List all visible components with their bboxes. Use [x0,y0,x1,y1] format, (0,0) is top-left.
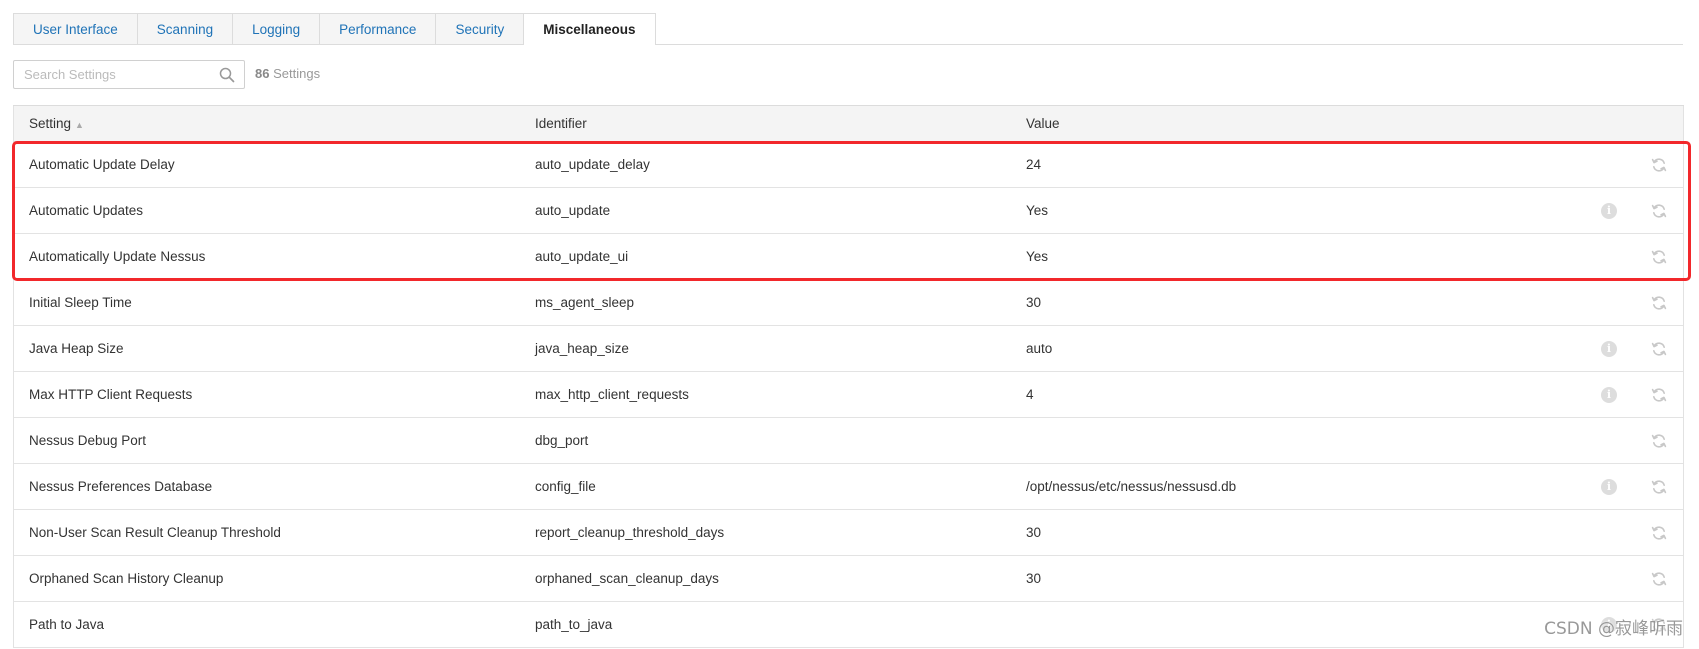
watermark: CSDN @寂峰听雨 [1544,619,1683,639]
table-row[interactable]: Automatic Update Delay auto_update_delay 2… [13,142,1684,188]
info-icon[interactable]: i [1601,387,1617,403]
settings-count-label: Settings [273,66,321,81]
info-icon[interactable]: i [1601,203,1617,219]
setting-value[interactable]: 4 [1026,372,1034,417]
setting-identifier: java_heap_size [535,341,629,356]
refresh-icon[interactable] [1651,249,1667,265]
refresh-icon[interactable] [1651,433,1667,449]
refresh-icon[interactable] [1651,387,1667,403]
table-row[interactable]: Java Heap Size java_heap_size auto i [13,326,1684,372]
sort-ascending-icon: ▲ [75,120,84,130]
tab-miscellaneous[interactable]: Miscellaneous [523,13,656,45]
refresh-icon[interactable] [1651,203,1667,219]
setting-name: Automatic Update Delay [29,157,175,172]
tab-security[interactable]: Security [435,13,525,44]
setting-value[interactable]: Yes [1026,188,1048,233]
table-header: Setting ▲ Identifier Value [13,106,1684,142]
table-row[interactable]: Orphaned Scan History Cleanup orphaned_sc… [13,556,1684,602]
refresh-icon[interactable] [1651,525,1667,541]
settings-tabs: User Interface Scanning Logging Performance… [13,13,1683,45]
table-row[interactable]: Max HTTP Client Requests max_http_client_… [13,372,1684,418]
setting-name: Nessus Preferences Database [29,479,213,494]
table-row[interactable]: Automatic Updates auto_update Yes i [13,188,1684,234]
header-identifier[interactable]: Identifier [535,106,587,141]
table-row[interactable]: Automatically Update Nessus auto_update_u… [13,234,1684,280]
info-icon[interactable]: i [1601,341,1617,357]
header-setting-label: Setting [29,116,72,131]
setting-name: Nessus Debug Port [29,433,147,448]
tab-user-interface[interactable]: User Interface [13,13,138,44]
setting-value[interactable]: 24 [1026,142,1041,187]
settings-count: 86 Settings [255,66,320,81]
setting-name: Java Heap Size [29,341,124,356]
setting-value[interactable]: 30 [1026,280,1041,325]
table-row[interactable]: Nessus Debug Port dbg_port [13,418,1684,464]
setting-name: Automatic Updates [29,203,144,218]
settings-table: Setting ▲ Identifier Value Automatic Upda… [13,105,1684,648]
header-value[interactable]: Value [1026,106,1060,141]
setting-identifier: report_cleanup_threshold_days [535,525,725,540]
table-row[interactable]: Nessus Preferences Database config_file/o… [13,464,1684,510]
tab-performance[interactable]: Performance [319,13,437,44]
info-icon[interactable]: i [1601,479,1617,495]
setting-identifier: config_file [535,479,596,494]
setting-name: Initial Sleep Time [29,295,132,310]
setting-identifier: auto_update [535,203,611,218]
refresh-icon[interactable] [1651,479,1667,495]
setting-value[interactable]: 30 [1026,510,1041,555]
search-box [13,60,245,89]
refresh-icon[interactable] [1651,571,1667,587]
setting-identifier: auto_update_delay [535,157,650,172]
setting-value[interactable]: /opt/nessus/etc/nessus/nessusd.db [1026,464,1236,509]
setting-identifier: max_http_client_requests [535,387,689,402]
setting-name: Orphaned Scan History Cleanup [29,571,224,586]
setting-identifier: path_to_java [535,617,613,632]
setting-value[interactable]: 30 [1026,556,1041,601]
setting-identifier: dbg_port [535,433,589,448]
table-row[interactable]: Non-User Scan Result Cleanup Threshold re… [13,510,1684,556]
search-input[interactable] [14,61,214,88]
search-icon[interactable] [219,67,235,83]
setting-name: Automatically Update Nessus [29,249,206,264]
tab-scanning[interactable]: Scanning [136,13,234,44]
setting-identifier: ms_agent_sleep [535,295,635,310]
settings-count-number: 86 [255,66,270,81]
setting-name: Path to Java [29,617,105,632]
setting-name: Non-User Scan Result Cleanup Threshold [29,525,281,540]
setting-name: Max HTTP Client Requests [29,387,193,402]
setting-value[interactable]: Yes [1026,234,1048,279]
setting-value[interactable]: auto [1026,326,1052,371]
refresh-icon[interactable] [1651,295,1667,311]
table-row[interactable]: Initial Sleep Time ms_agent_sleep 30 [13,280,1684,326]
refresh-icon[interactable] [1651,157,1667,173]
tab-logging[interactable]: Logging [232,13,321,44]
header-setting[interactable]: Setting ▲ [29,106,84,143]
setting-identifier: orphaned_scan_cleanup_days [535,571,719,586]
table-row[interactable]: Path to Java path_to_java i [13,602,1684,648]
refresh-icon[interactable] [1651,341,1667,357]
setting-identifier: auto_update_ui [535,249,629,264]
table-body: Automatic Update Delay auto_update_delay 2… [13,142,1684,648]
